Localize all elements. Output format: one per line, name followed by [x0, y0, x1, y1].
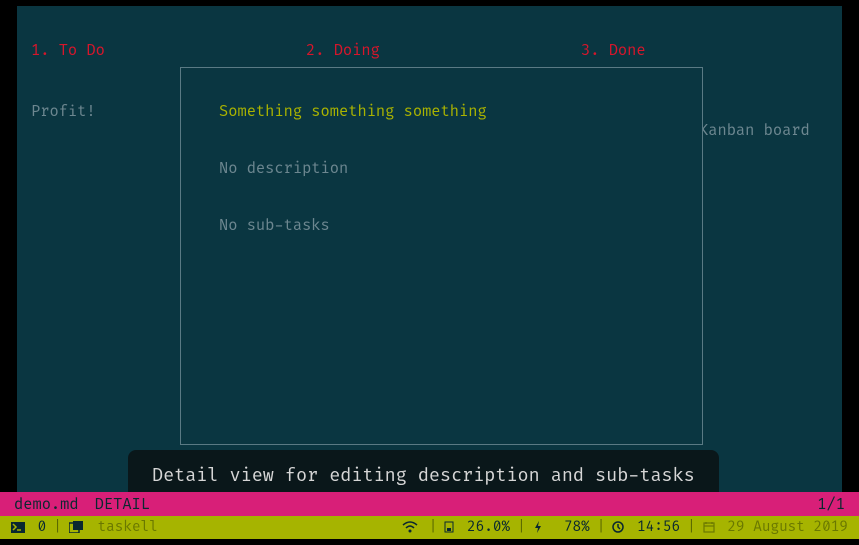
mode-indicator: DETAIL	[95, 495, 150, 514]
wifi-indicator	[395, 519, 429, 536]
detail-modal[interactable]: Something something something No descrip…	[180, 67, 703, 445]
separator: |	[53, 519, 62, 536]
task-subtasks[interactable]: No sub-tasks	[219, 216, 664, 235]
battery-indicator: 78%	[526, 519, 597, 536]
task-title[interactable]: Something something something	[219, 102, 664, 121]
cpu-indicator: 26.0%	[437, 519, 517, 536]
terminal-window: 1. To Do Profit! 2. Doing 3. Done l Kanb…	[17, 6, 842, 506]
separator: |	[517, 519, 526, 536]
task-description[interactable]: No description	[219, 159, 664, 178]
column-header: 1. To Do	[31, 41, 278, 60]
app-status-bar: demo.md DETAIL 1/1	[0, 492, 859, 516]
column-header: 2. Doing	[306, 41, 553, 60]
position-indicator: 1/1	[817, 495, 845, 514]
calendar-icon	[703, 521, 715, 533]
separator: |	[687, 519, 696, 536]
window-list: taskell	[62, 519, 165, 536]
separator: |	[597, 519, 606, 536]
bolt-icon	[533, 521, 543, 533]
wifi-icon	[402, 521, 418, 533]
date-indicator: 29 August 2019	[696, 519, 855, 536]
clock-icon	[612, 521, 624, 533]
column-header: 3. Done	[581, 41, 828, 60]
session-name: taskell	[98, 519, 158, 536]
partial-card-text: Kanban board	[699, 121, 810, 140]
time-indicator: 14:56	[605, 519, 687, 536]
separator: |	[429, 519, 438, 536]
filename: demo.md	[14, 495, 79, 514]
tmux-status-bar: 0 | taskell | 26.0% | 78% | 14:56 | 29 A…	[0, 516, 859, 539]
window-icon	[69, 521, 85, 533]
terminal-icon: 0	[4, 519, 53, 536]
cpu-icon	[444, 521, 454, 533]
